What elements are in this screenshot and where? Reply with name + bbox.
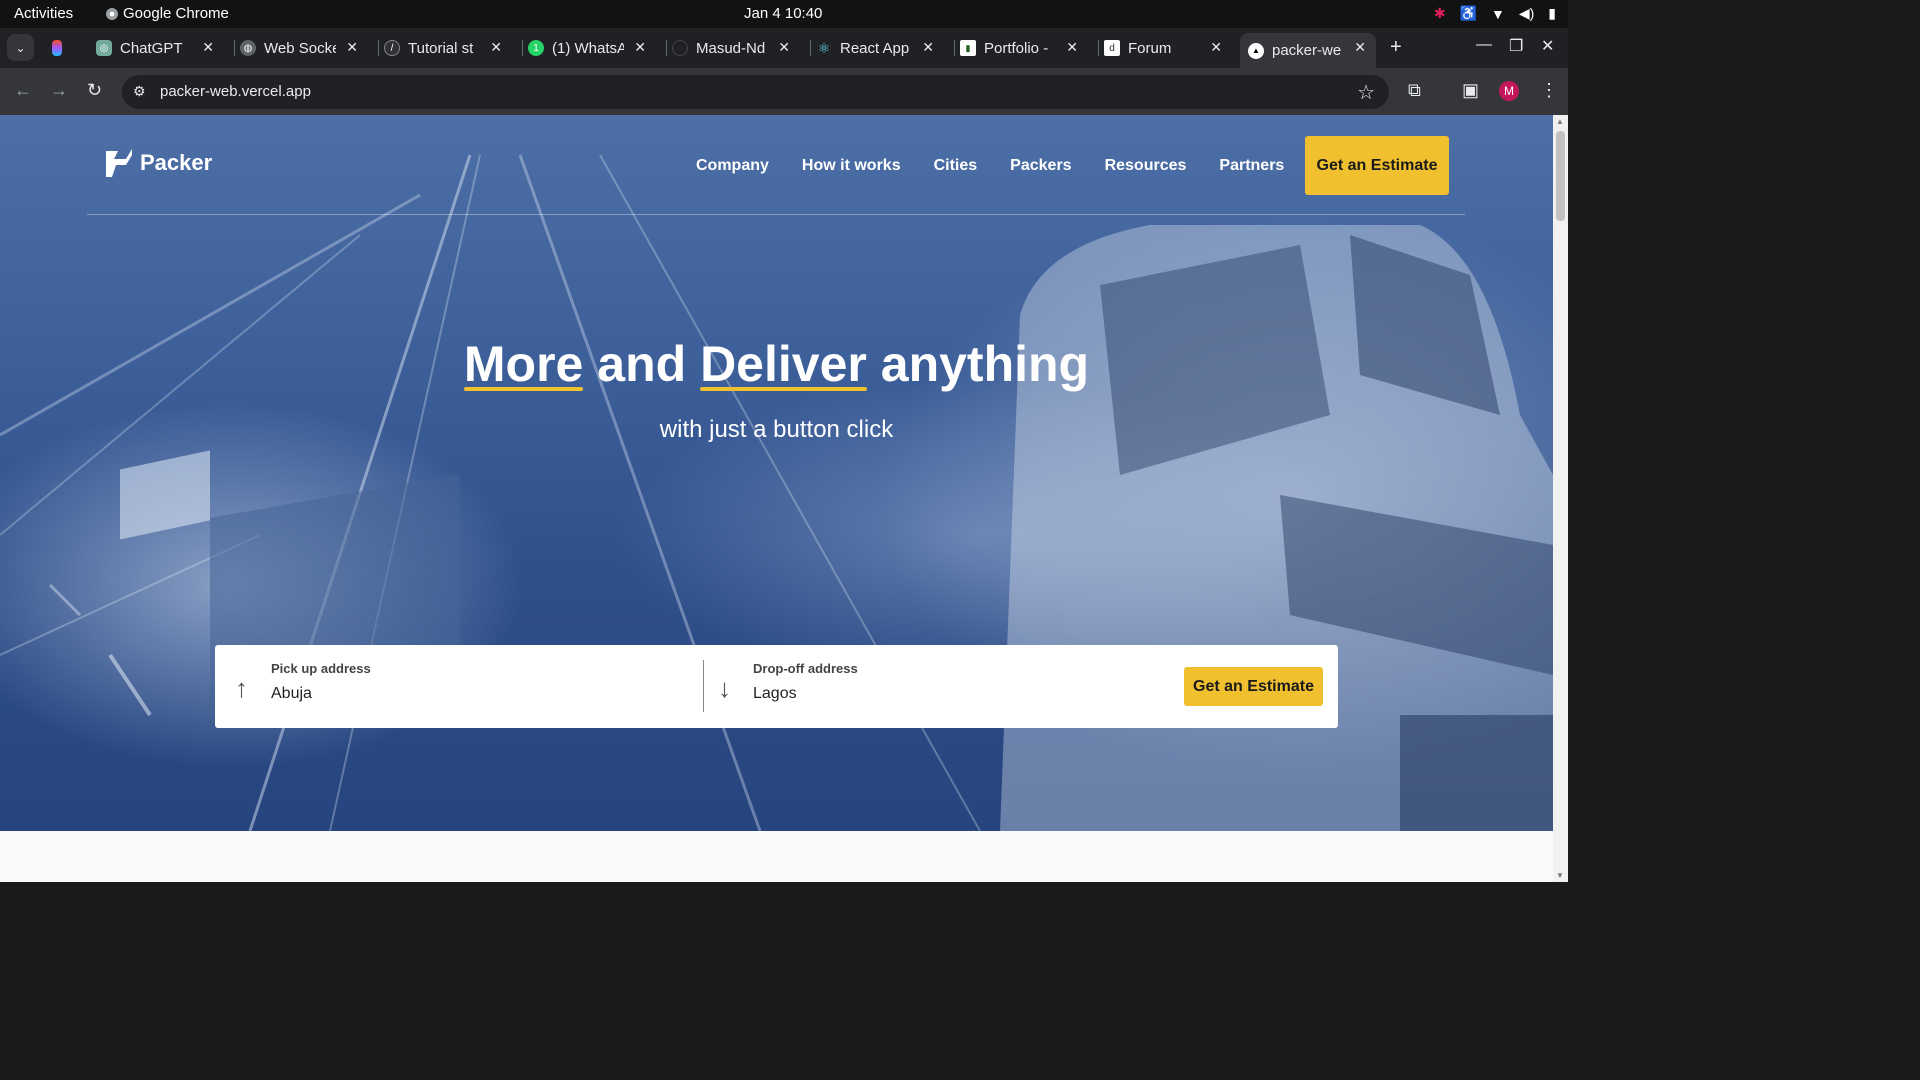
nav-how-it-works[interactable]: How it works	[802, 157, 901, 175]
app-menu[interactable]: Google Chrome	[106, 5, 229, 22]
volume-icon[interactable]: ◀)	[1519, 5, 1534, 22]
figma-icon	[52, 40, 62, 56]
estimate-form: ↑ Pick up address ↓ Drop-off address Get…	[215, 645, 1338, 728]
github-icon	[672, 40, 688, 56]
close-tab-icon[interactable]: ✕	[922, 39, 934, 56]
extensions-icon[interactable]: ⧉	[1408, 80, 1421, 101]
dropoff-field[interactable]: ↓ Drop-off address	[704, 645, 1174, 728]
wifi-icon[interactable]: ▼	[1491, 6, 1505, 22]
tab-strip: ⌄ ◎ ChatGPT ✕ ◍ Web Socke ✕ / Tutorial s…	[0, 28, 1568, 68]
vercel-icon: ▲	[1248, 42, 1264, 59]
get-estimate-button[interactable]: Get an Estimate	[1184, 667, 1323, 706]
arrow-up-icon: ↑	[235, 673, 248, 703]
url-text[interactable]: packer-web.vercel.app	[160, 83, 311, 100]
tab-packer-active[interactable]: ▲ packer-we ✕	[1240, 33, 1376, 68]
tab-react-app[interactable]: ⚛ React App ✕	[810, 33, 940, 63]
pickup-label: Pick up address	[271, 661, 371, 676]
nav-divider	[87, 214, 1465, 215]
system-tray[interactable]: ✱ ♿ ▼ ◀) ▮	[1434, 5, 1556, 22]
close-tab-icon[interactable]: ✕	[778, 39, 790, 56]
nav-partners[interactable]: Partners	[1219, 157, 1284, 175]
system-top-bar: Activities Google Chrome Jan 4 10:40 ✱ ♿…	[0, 0, 1568, 28]
minimize-icon[interactable]: —	[1476, 36, 1492, 54]
clock[interactable]: Jan 4 10:40	[744, 5, 822, 22]
accessibility-icon[interactable]: ♿	[1460, 5, 1477, 22]
tab-portfolio[interactable]: ▮ Portfolio - ✕	[954, 33, 1084, 63]
nav-company[interactable]: Company	[696, 157, 769, 175]
slack-icon[interactable]: ✱	[1434, 5, 1446, 22]
tutorial-icon: /	[384, 40, 400, 56]
menu-kebab-icon[interactable]: ⋮	[1540, 80, 1558, 101]
restore-icon[interactable]: ❐	[1509, 36, 1523, 56]
bookmark-star-icon[interactable]: ☆	[1357, 80, 1375, 105]
dropoff-label: Drop-off address	[753, 661, 858, 676]
tab-whatsapp[interactable]: 1 (1) WhatsA ✕	[522, 33, 652, 63]
nav-packers[interactable]: Packers	[1010, 157, 1071, 175]
activities-button[interactable]: Activities	[14, 5, 73, 22]
app-name: Google Chrome	[123, 5, 229, 22]
hero-section: Packer Company How it works Cities Packe…	[0, 115, 1553, 831]
pickup-input[interactable]	[271, 685, 651, 703]
page-scrollbar[interactable]: ▲ ▼	[1553, 115, 1568, 882]
nav-cities[interactable]: Cities	[934, 157, 978, 175]
browser-toolbar: ← → ↻ ⚙ packer-web.vercel.app ☆ ⧉ ▣ M ⋮	[0, 68, 1568, 115]
portfolio-icon: ▮	[960, 40, 976, 56]
packer-logo-mark-icon	[106, 149, 132, 177]
globe-icon: ◍	[240, 40, 256, 56]
headline-word-more: More	[463, 336, 584, 392]
tab-web-socket[interactable]: ◍ Web Socke ✕	[234, 33, 364, 63]
hero-headline: More and Deliver anything	[0, 335, 1553, 393]
new-tab-button[interactable]: +	[1390, 36, 1402, 59]
site-info-icon[interactable]: ⚙	[133, 83, 146, 100]
back-icon[interactable]: ←	[14, 80, 32, 101]
side-panel-icon[interactable]: ▣	[1462, 80, 1479, 101]
main-nav: Company How it works Cities Packers Reso…	[696, 157, 1284, 175]
tab-github[interactable]: Masud-Nd ✕	[666, 33, 796, 63]
tab-figma[interactable]	[52, 33, 76, 63]
close-tab-icon[interactable]: ✕	[490, 39, 502, 56]
headline-word-deliver: Deliver	[700, 336, 867, 392]
address-bar[interactable]: ⚙ packer-web.vercel.app ☆	[122, 75, 1389, 109]
arrow-down-icon: ↓	[718, 673, 731, 703]
close-tab-icon[interactable]: ✕	[634, 39, 646, 56]
get-estimate-nav-button[interactable]: Get an Estimate	[1305, 136, 1449, 195]
scroll-up-icon[interactable]: ▲	[1556, 117, 1564, 126]
close-tab-icon[interactable]: ✕	[1066, 39, 1078, 56]
react-icon: ⚛	[817, 39, 831, 56]
headline-word-anything: anything	[880, 336, 1090, 392]
forum-icon: d	[1104, 40, 1120, 56]
scrollbar-thumb[interactable]	[1556, 131, 1565, 221]
scroll-down-icon[interactable]: ▼	[1556, 871, 1564, 880]
battery-icon[interactable]: ▮	[1548, 5, 1556, 22]
headline-word-and: and	[597, 336, 687, 392]
forward-icon[interactable]: →	[50, 80, 68, 101]
pickup-field[interactable]: ↑ Pick up address	[215, 645, 703, 728]
tab-chatgpt[interactable]: ◎ ChatGPT ✕	[96, 33, 220, 63]
close-tab-icon[interactable]: ✕	[202, 39, 214, 56]
whatsapp-icon: 1	[528, 40, 544, 56]
hero-subheadline: with just a button click	[659, 416, 894, 443]
dropoff-input[interactable]	[753, 685, 1133, 703]
chatgpt-icon: ◎	[96, 40, 112, 56]
close-tab-icon[interactable]: ✕	[1354, 39, 1366, 56]
brand-name: Packer	[140, 150, 213, 175]
profile-avatar[interactable]: M	[1499, 81, 1519, 101]
packer-logo[interactable]: Packer	[104, 147, 212, 179]
chrome-icon	[106, 7, 118, 20]
close-tab-icon[interactable]: ✕	[346, 39, 358, 56]
close-tab-icon[interactable]: ✕	[1210, 39, 1222, 56]
close-window-icon[interactable]: ✕	[1541, 36, 1554, 56]
web-page: Packer Company How it works Cities Packe…	[0, 115, 1553, 882]
tab-tutorial[interactable]: / Tutorial st ✕	[378, 33, 508, 63]
nav-resources[interactable]: Resources	[1105, 157, 1187, 175]
tab-search-button[interactable]: ⌄	[7, 34, 34, 61]
reload-icon[interactable]: ↻	[87, 80, 102, 101]
tab-forum[interactable]: d Forum ✕	[1098, 33, 1228, 63]
